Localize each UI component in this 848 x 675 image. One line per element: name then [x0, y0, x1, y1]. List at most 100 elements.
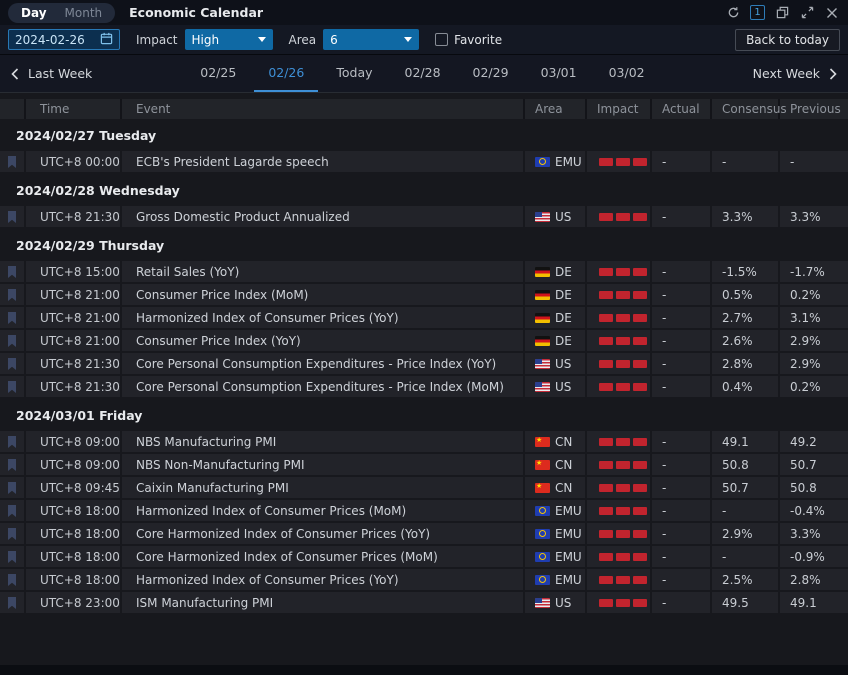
calendar-table: Time Event Area Impact Actual Consensus … [0, 93, 848, 615]
impact-rating [587, 477, 652, 498]
tab-month[interactable]: Month [56, 4, 112, 22]
day-tab[interactable]: 03/02 [595, 55, 659, 92]
favorite-filter[interactable]: Favorite [435, 33, 502, 47]
event-row[interactable]: UTC+8 21:30Gross Domestic Product Annual… [0, 206, 848, 229]
bookmark-cell[interactable] [0, 353, 26, 374]
event-row[interactable]: UTC+8 15:00Retail Sales (YoY)DE--1.5%-1.… [0, 261, 848, 284]
event-row[interactable]: UTC+8 18:00Core Harmonized Index of Cons… [0, 546, 848, 569]
bookmark-cell[interactable] [0, 206, 26, 227]
impact-bar-icon [633, 268, 647, 276]
bookmark-cell[interactable] [0, 431, 26, 452]
bookmark-cell[interactable] [0, 307, 26, 328]
impact-select[interactable]: High [185, 29, 273, 50]
refresh-icon[interactable] [725, 5, 741, 21]
event-row[interactable]: UTC+8 18:00Harmonized Index of Consumer … [0, 500, 848, 523]
event-row[interactable]: UTC+8 18:00Core Harmonized Index of Cons… [0, 523, 848, 546]
last-week-button[interactable]: Last Week [10, 66, 92, 81]
bookmark-cell[interactable] [0, 284, 26, 305]
bookmark-cell[interactable] [0, 569, 26, 590]
emu-flag-icon [535, 575, 550, 585]
bookmark-cell[interactable] [0, 592, 26, 613]
area-code: CN [555, 481, 572, 495]
actual-value: - [652, 431, 712, 452]
event-row[interactable]: UTC+8 21:30Core Personal Consumption Exp… [0, 353, 848, 376]
impact-bar-icon [616, 360, 630, 368]
next-week-button[interactable]: Next Week [753, 66, 838, 81]
bookmark-icon [6, 357, 18, 371]
event-row[interactable]: UTC+8 00:00ECB's President Lagarde speec… [0, 151, 848, 174]
day-tab-today[interactable]: Today [322, 55, 386, 92]
panel-count-badge[interactable]: 1 [750, 5, 765, 20]
event-row[interactable]: UTC+8 21:00Consumer Price Index (YoY)DE-… [0, 330, 848, 353]
favorite-checkbox[interactable] [435, 33, 448, 46]
previous-value: -1.7% [780, 261, 848, 282]
day-tab[interactable]: 03/01 [527, 55, 591, 92]
impact-rating [587, 431, 652, 452]
bookmark-cell[interactable] [0, 151, 26, 172]
area-code: EMU [555, 573, 582, 587]
impact-rating [587, 500, 652, 521]
day-tab-selected[interactable]: 02/26 [254, 55, 318, 92]
close-icon[interactable] [824, 5, 840, 21]
event-row[interactable]: UTC+8 09:00NBS Non-Manufacturing PMICN-5… [0, 454, 848, 477]
previous-value: 3.3% [780, 206, 848, 227]
consensus-value: 50.8 [712, 454, 780, 475]
expand-icon[interactable] [799, 5, 815, 21]
bookmark-cell[interactable] [0, 376, 26, 397]
bookmark-cell[interactable] [0, 546, 26, 567]
impact-rating [587, 523, 652, 544]
event-time: UTC+8 21:30 [26, 353, 122, 374]
event-time: UTC+8 21:00 [26, 307, 122, 328]
day-tab[interactable]: 02/28 [391, 55, 455, 92]
economic-calendar-window: Day Month Economic Calendar 1 [0, 0, 848, 675]
event-row[interactable]: UTC+8 09:00NBS Manufacturing PMICN-49.14… [0, 431, 848, 454]
consensus-value: 3.3% [712, 206, 780, 227]
actual-value: - [652, 523, 712, 544]
impact-bar-icon [599, 507, 613, 515]
event-row[interactable]: UTC+8 23:00ISM Manufacturing PMIUS-49.54… [0, 592, 848, 615]
event-row[interactable]: UTC+8 21:30Core Personal Consumption Exp… [0, 376, 848, 399]
area-code: US [555, 596, 571, 610]
impact-bar-icon [616, 530, 630, 538]
event-area: DE [525, 284, 587, 305]
date-picker-input[interactable]: 2024-02-26 [8, 29, 120, 50]
tab-day[interactable]: Day [12, 4, 56, 22]
consensus-value: 50.7 [712, 477, 780, 498]
day-tab[interactable]: 02/25 [186, 55, 250, 92]
impact-bar-icon [599, 576, 613, 584]
de-flag-icon [535, 313, 550, 323]
back-to-today-button[interactable]: Back to today [735, 29, 840, 51]
bookmark-cell[interactable] [0, 523, 26, 544]
event-time: UTC+8 09:45 [26, 477, 122, 498]
area-select[interactable]: 6 [323, 29, 419, 50]
actual-value: - [652, 500, 712, 521]
impact-bar-icon [616, 599, 630, 607]
impact-rating [587, 330, 652, 351]
event-name: Consumer Price Index (YoY) [122, 330, 525, 351]
impact-bar-icon [616, 314, 630, 322]
consensus-value: 2.6% [712, 330, 780, 351]
bookmark-cell[interactable] [0, 500, 26, 521]
event-row[interactable]: UTC+8 21:00Harmonized Index of Consumer … [0, 307, 848, 330]
bookmark-cell[interactable] [0, 477, 26, 498]
event-row[interactable]: UTC+8 09:45Caixin Manufacturing PMICN-50… [0, 477, 848, 500]
bookmark-cell[interactable] [0, 454, 26, 475]
impact-bar-icon [633, 530, 647, 538]
area-code: DE [555, 334, 572, 348]
event-name: ISM Manufacturing PMI [122, 592, 525, 613]
previous-value: - [780, 151, 848, 172]
bookmark-cell[interactable] [0, 261, 26, 282]
previous-value: -0.9% [780, 546, 848, 567]
impact-bar-icon [599, 383, 613, 391]
area-code: EMU [555, 550, 582, 564]
de-flag-icon [535, 336, 550, 346]
chevron-left-icon [10, 68, 20, 80]
impact-bar-icon [633, 213, 647, 221]
impact-bar-icon [633, 158, 647, 166]
bookmark-cell[interactable] [0, 330, 26, 351]
duplicate-icon[interactable] [774, 5, 790, 21]
day-tab[interactable]: 02/29 [459, 55, 523, 92]
last-week-label: Last Week [28, 66, 92, 81]
event-row[interactable]: UTC+8 21:00Consumer Price Index (MoM)DE-… [0, 284, 848, 307]
event-row[interactable]: UTC+8 18:00Harmonized Index of Consumer … [0, 569, 848, 592]
